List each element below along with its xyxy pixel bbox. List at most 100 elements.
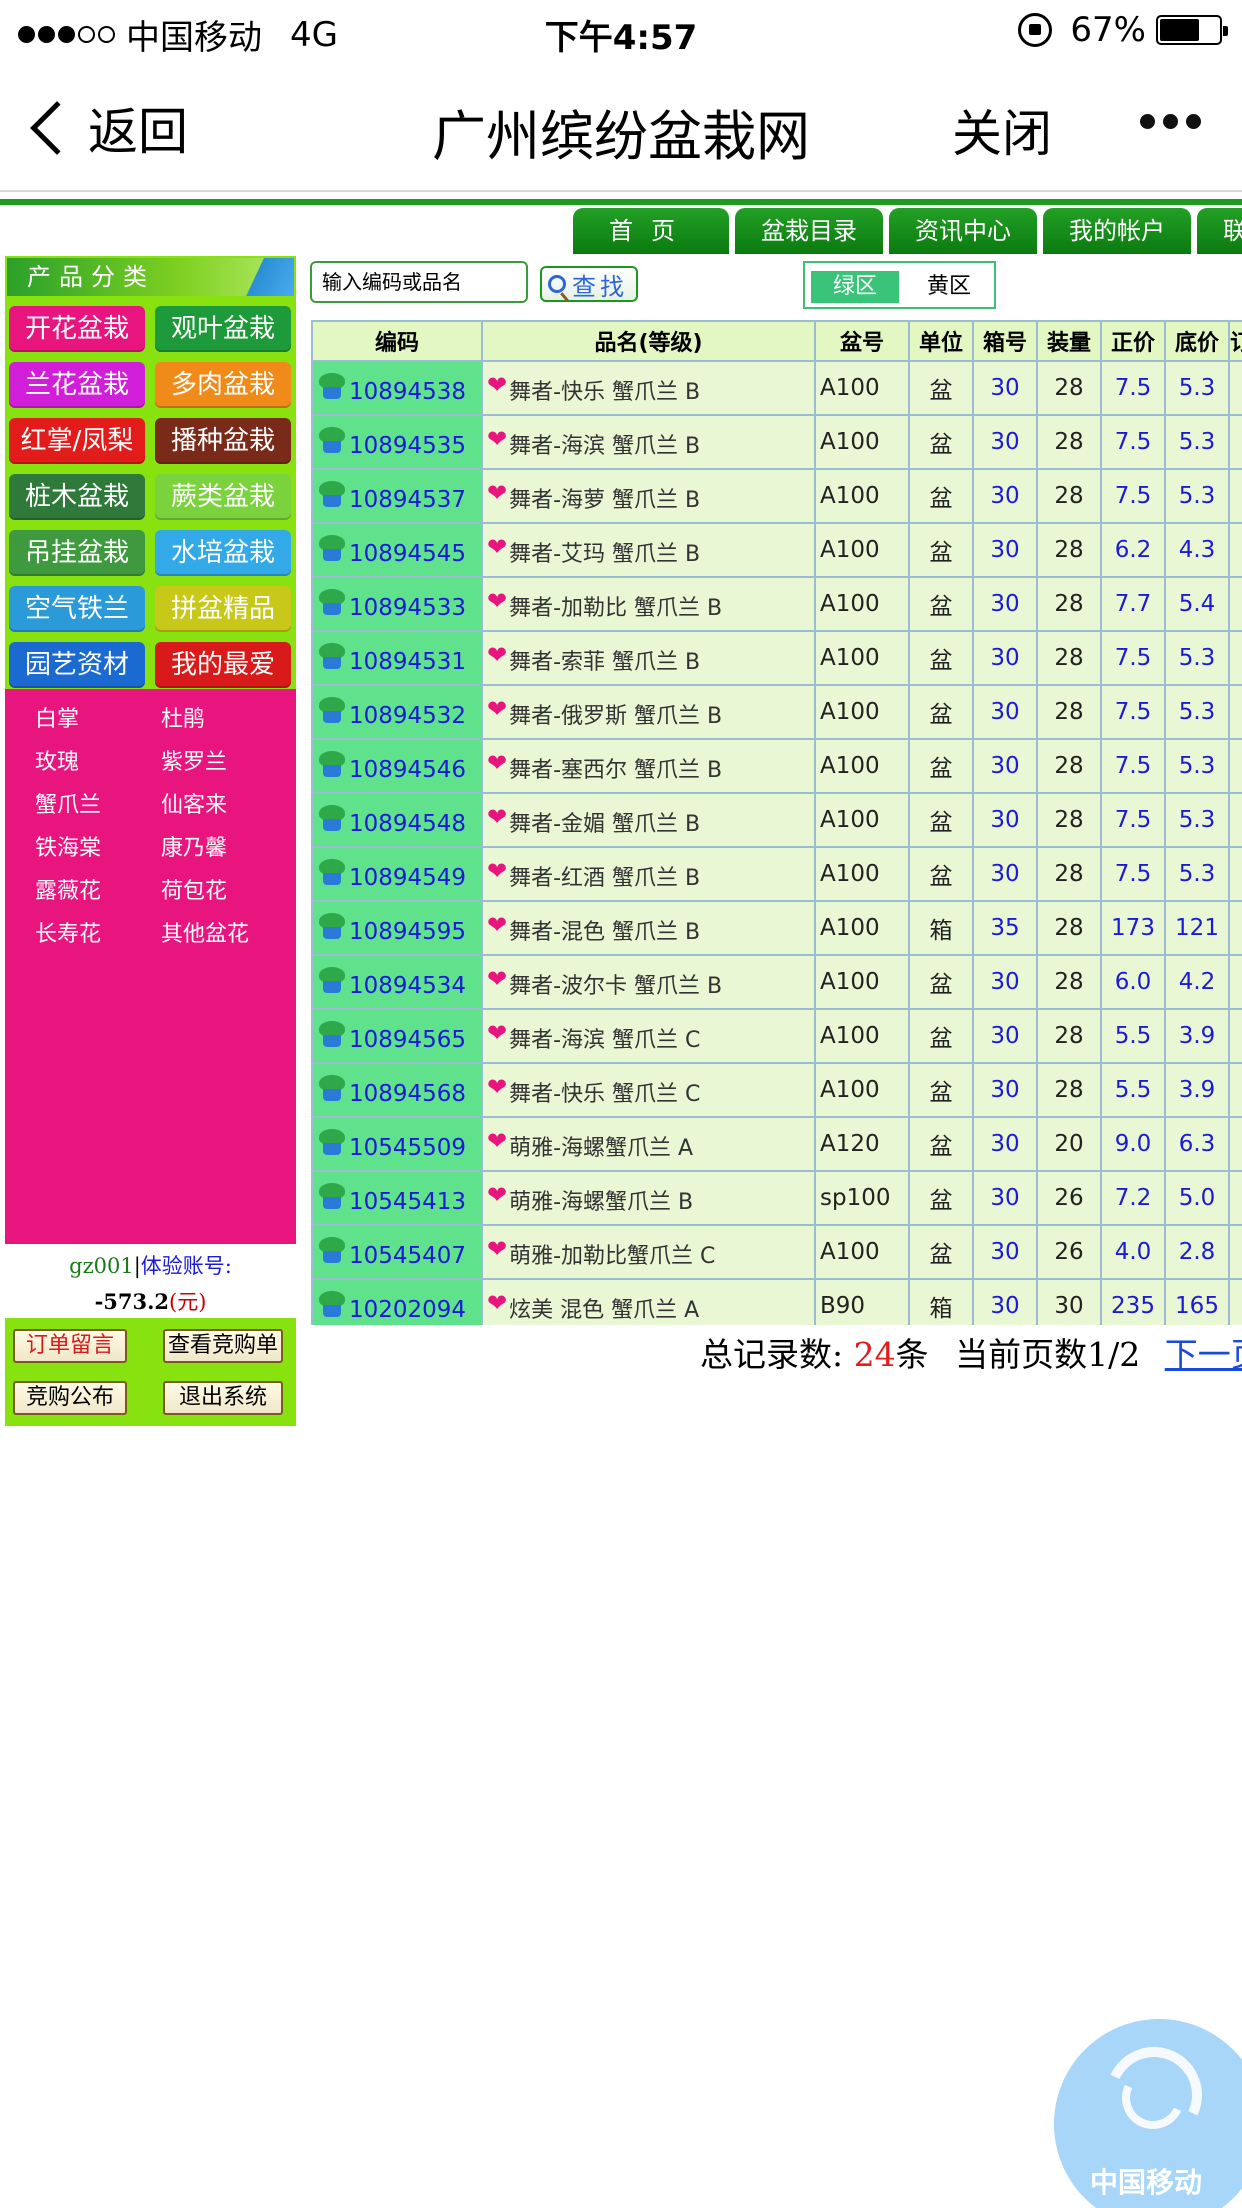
table-row[interactable]: 10894548 ❤舞者-金媚 蟹爪兰 B A100 盆 30 28 7.5 5.3 <box>311 792 1242 848</box>
china-mobile-float-button[interactable]: 中国移动 <box>1054 2019 1242 2208</box>
category-button[interactable]: 园艺资材 <box>9 642 145 688</box>
product-name-cell[interactable]: ❤萌雅-加勒比蟹爪兰 C <box>481 1224 816 1280</box>
product-name-cell[interactable]: ❤舞者-海滨 蟹爪兰 C <box>481 1008 816 1064</box>
heart-icon[interactable]: ❤ <box>487 695 507 723</box>
menu-contact[interactable]: 联系 <box>1197 208 1242 254</box>
product-code[interactable]: 10202094 <box>349 1297 466 1323</box>
table-row[interactable]: 10545407 ❤萌雅-加勒比蟹爪兰 C A100 盆 30 26 4.0 2.8 <box>311 1224 1242 1280</box>
order-cell[interactable] <box>1228 846 1242 902</box>
table-row[interactable]: 10894546 ❤舞者-塞西尔 蟹爪兰 B A100 盆 30 28 7.5 5.3 <box>311 738 1242 794</box>
search-button[interactable]: 查找 <box>540 266 638 302</box>
product-code[interactable]: 10894548 <box>349 811 466 837</box>
category-button[interactable]: 蕨类盆栽 <box>155 474 291 520</box>
product-code-cell[interactable]: 10894538 <box>311 360 483 416</box>
order-cell[interactable] <box>1228 1008 1242 1064</box>
category-button[interactable]: 兰花盆栽 <box>9 362 145 408</box>
table-row[interactable]: 10894549 ❤舞者-红酒 蟹爪兰 B A100 盆 30 28 7.5 5.3 <box>311 846 1242 902</box>
subcategory-link[interactable]: 紫罗兰 <box>161 744 227 776</box>
product-code[interactable]: 10894531 <box>349 649 466 675</box>
category-button[interactable]: 开花盆栽 <box>9 306 145 352</box>
subcategory-link[interactable]: 蟹爪兰 <box>35 787 101 819</box>
heart-icon[interactable]: ❤ <box>487 911 507 939</box>
table-row[interactable]: 10894533 ❤舞者-加勒比 蟹爪兰 B A100 盆 30 28 7.7 5.4 <box>311 576 1242 632</box>
product-name-cell[interactable]: ❤舞者-快乐 蟹爪兰 C <box>481 1062 816 1118</box>
zone-green-tab[interactable]: 绿区 <box>811 271 899 303</box>
subcategory-link[interactable]: 白掌 <box>35 701 79 733</box>
product-name-cell[interactable]: ❤舞者-艾玛 蟹爪兰 B <box>481 522 816 578</box>
order-cell[interactable] <box>1228 468 1242 524</box>
product-code-cell[interactable]: 10894548 <box>311 792 483 848</box>
product-code-cell[interactable]: 10894535 <box>311 414 483 470</box>
order-cell[interactable] <box>1228 576 1242 632</box>
subcategory-link[interactable]: 其他盆花 <box>161 916 249 948</box>
product-code[interactable]: 10545413 <box>349 1189 466 1215</box>
table-row[interactable]: 10894568 ❤舞者-快乐 蟹爪兰 C A100 盆 30 28 5.5 3.9 <box>311 1062 1242 1118</box>
heart-icon[interactable]: ❤ <box>487 371 507 399</box>
subcategory-link[interactable]: 玫瑰 <box>35 744 79 776</box>
order-cell[interactable] <box>1228 1116 1242 1172</box>
product-code[interactable]: 10894595 <box>349 919 466 945</box>
table-row[interactable]: 10894531 ❤舞者-索菲 蟹爪兰 B A100 盆 30 28 7.5 5.3 <box>311 630 1242 686</box>
logout-button[interactable]: 退出系统 <box>163 1381 283 1415</box>
heart-icon[interactable]: ❤ <box>487 749 507 777</box>
product-name-cell[interactable]: ❤舞者-快乐 蟹爪兰 B <box>481 360 816 416</box>
category-button[interactable]: 观叶盆栽 <box>155 306 291 352</box>
table-row[interactable]: 10894534 ❤舞者-波尔卡 蟹爪兰 B A100 盆 30 28 6.0 4.2 <box>311 954 1242 1010</box>
category-button[interactable]: 播种盆栽 <box>155 418 291 464</box>
table-row[interactable]: 10545413 ❤萌雅-海螺蟹爪兰 Bsp100 盆 30 26 7.2 5.0 <box>311 1170 1242 1226</box>
product-code[interactable]: 10545509 <box>349 1135 466 1161</box>
heart-icon[interactable]: ❤ <box>487 641 507 669</box>
table-row[interactable]: 10894565 ❤舞者-海滨 蟹爪兰 C A100 盆 30 28 5.5 3.9 <box>311 1008 1242 1064</box>
category-button[interactable]: 吊挂盆栽 <box>9 530 145 576</box>
product-name-cell[interactable]: ❤萌雅-海螺蟹爪兰 B <box>481 1170 816 1226</box>
product-code-cell[interactable]: 10894537 <box>311 468 483 524</box>
category-button[interactable]: 拼盆精品 <box>155 586 291 632</box>
search-input[interactable]: 输入编码或品名 <box>310 261 528 303</box>
product-name-cell[interactable]: ❤炫美 混色 蟹爪兰 A <box>481 1278 816 1325</box>
product-code-cell[interactable]: 10545407 <box>311 1224 483 1280</box>
subcategory-link[interactable]: 露薇花 <box>35 873 101 905</box>
heart-icon[interactable]: ❤ <box>487 1289 507 1317</box>
product-code-cell[interactable]: 10894532 <box>311 684 483 740</box>
product-code[interactable]: 10894537 <box>349 487 466 513</box>
subcategory-link[interactable]: 杜鹃 <box>161 701 205 733</box>
product-name-cell[interactable]: ❤舞者-金媚 蟹爪兰 B <box>481 792 816 848</box>
product-code[interactable]: 10894545 <box>349 541 466 567</box>
heart-icon[interactable]: ❤ <box>487 425 507 453</box>
table-row[interactable]: 10894532 ❤舞者-俄罗斯 蟹爪兰 B A100 盆 30 28 7.5 5.3 <box>311 684 1242 740</box>
order-cell[interactable] <box>1228 954 1242 1010</box>
order-cell[interactable] <box>1228 630 1242 686</box>
product-code-cell[interactable]: 10894568 <box>311 1062 483 1118</box>
table-row[interactable]: 10894545 ❤舞者-艾玛 蟹爪兰 B A100 盆 30 28 6.2 4.3 <box>311 522 1242 578</box>
category-button[interactable]: 水培盆栽 <box>155 530 291 576</box>
next-page-link[interactable]: 下一页 <box>1165 1335 1242 1374</box>
category-button[interactable]: 空气铁兰 <box>9 586 145 632</box>
product-code[interactable]: 10894549 <box>349 865 466 891</box>
table-row[interactable]: 10202094 ❤炫美 混色 蟹爪兰 A B90 箱 30 30 235 165 <box>311 1278 1242 1325</box>
product-code[interactable]: 10894535 <box>349 433 466 459</box>
order-cell[interactable] <box>1228 360 1242 416</box>
subcategory-link[interactable]: 康乃馨 <box>161 830 227 862</box>
category-button[interactable]: 桩木盆栽 <box>9 474 145 520</box>
heart-icon[interactable]: ❤ <box>487 965 507 993</box>
close-button[interactable]: 关闭 <box>952 94 1052 166</box>
product-code-cell[interactable]: 10894534 <box>311 954 483 1010</box>
order-message-button[interactable]: 订单留言 <box>13 1329 127 1363</box>
table-row[interactable]: 10894537 ❤舞者-海萝 蟹爪兰 B A100 盆 30 28 7.5 5.3 <box>311 468 1242 524</box>
product-code-cell[interactable]: 10894533 <box>311 576 483 632</box>
category-button[interactable]: 我的最爱 <box>155 642 291 688</box>
order-cell[interactable] <box>1228 684 1242 740</box>
bid-announce-button[interactable]: 竞购公布 <box>13 1381 127 1415</box>
heart-icon[interactable]: ❤ <box>487 1181 507 1209</box>
heart-icon[interactable]: ❤ <box>487 533 507 561</box>
product-code-cell[interactable]: 10894546 <box>311 738 483 794</box>
subcategory-link[interactable]: 长寿花 <box>35 916 101 948</box>
product-name-cell[interactable]: ❤舞者-海滨 蟹爪兰 B <box>481 414 816 470</box>
product-code-cell[interactable]: 10202094 <box>311 1278 483 1325</box>
product-name-cell[interactable]: ❤舞者-混色 蟹爪兰 B <box>481 900 816 956</box>
product-code-cell[interactable]: 10894531 <box>311 630 483 686</box>
product-code-cell[interactable]: 10894595 <box>311 900 483 956</box>
view-bids-button[interactable]: 查看竞购单 <box>163 1329 283 1363</box>
product-code-cell[interactable]: 10545413 <box>311 1170 483 1226</box>
heart-icon[interactable]: ❤ <box>487 479 507 507</box>
